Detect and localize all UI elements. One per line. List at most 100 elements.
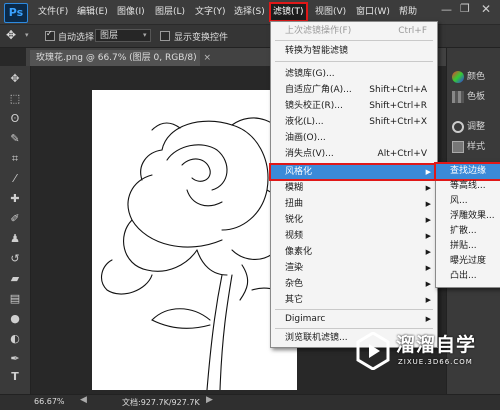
- pen-tool-icon[interactable]: ✒: [5, 350, 25, 368]
- panel-adjustments-button[interactable]: 调整: [452, 118, 500, 136]
- menu-filter[interactable]: 滤镜(T): [269, 2, 308, 22]
- menu-file[interactable]: 文件(F): [36, 4, 70, 20]
- quick-select-tool-icon[interactable]: ✎: [5, 130, 25, 148]
- type-tool-icon[interactable]: T: [5, 368, 25, 386]
- menu-separator: [275, 40, 433, 41]
- move-tool-icon[interactable]: ✥: [5, 70, 25, 88]
- menu-item-other[interactable]: 其它 ▶: [271, 293, 437, 307]
- blur-tool-icon[interactable]: ●: [5, 310, 25, 328]
- panel-color-label: 颜色: [467, 72, 486, 82]
- menu-view[interactable]: 视图(V): [313, 4, 348, 20]
- menu-item-last-filter: 上次滤镜操作(F) Ctrl+F: [285, 26, 427, 36]
- move-tool-preset-icon[interactable]: ✥: [6, 28, 16, 42]
- menu-select[interactable]: 选择(S): [232, 4, 267, 20]
- document-tab[interactable]: 玫瑰花.png @ 66.7% (图层 0, RGB/8) ×: [30, 50, 211, 66]
- menu-item-liquify[interactable]: 液化(L)... Shift+Ctrl+X: [271, 115, 437, 129]
- submenu-arrow-icon: ▶: [425, 216, 431, 224]
- menu-image[interactable]: 图像(I): [115, 4, 147, 20]
- submenu-arrow-icon: ▶: [425, 168, 431, 176]
- healing-brush-tool-icon[interactable]: ✚: [5, 190, 25, 208]
- submenu-arrow-icon: ▶: [425, 248, 431, 256]
- filter-menu: 上次滤镜操作(F) Ctrl+F 转换为智能滤镜 滤镜库(G)... 自适应广角(…: [269, 21, 439, 348]
- menu-item-stylize[interactable]: 风格化 ▶: [269, 163, 439, 181]
- submenu-item-wind[interactable]: 风...: [436, 194, 500, 209]
- dropdown-arrow-icon: ▾: [143, 31, 147, 39]
- menu-item-convert-smart-filters[interactable]: 转换为智能滤镜: [271, 44, 437, 58]
- menu-item-digimarc[interactable]: Digimarc ▶: [271, 312, 437, 326]
- submenu-arrow-icon: ▶: [425, 200, 431, 208]
- scroll-left-icon[interactable]: ◀: [80, 395, 87, 405]
- close-window-icon[interactable]: ✕: [481, 2, 491, 16]
- menu-item-distort[interactable]: 扭曲 ▶: [271, 197, 437, 211]
- submenu-arrow-icon: ▶: [425, 296, 431, 304]
- photoshop-logo-icon: Ps: [4, 3, 28, 23]
- restore-icon[interactable]: ❐: [460, 2, 470, 15]
- submenu-arrow-icon: ▶: [425, 315, 431, 323]
- submenu-item-extrude[interactable]: 凸出...: [436, 269, 500, 284]
- menu-item-video[interactable]: 视频 ▶: [271, 229, 437, 243]
- menu-item-sharpen[interactable]: 锐化 ▶: [271, 213, 437, 227]
- lasso-tool-icon[interactable]: ʘ: [5, 110, 25, 128]
- watermark: 溜溜自学 ZIXUE.3D66.COM: [356, 328, 496, 386]
- history-brush-tool-icon[interactable]: ↺: [5, 250, 25, 268]
- checkmark-icon: ✓: [46, 29, 53, 38]
- submenu-item-emboss[interactable]: 浮雕效果...: [436, 209, 500, 224]
- menu-item-filter-gallery[interactable]: 滤镜库(G)...: [271, 67, 437, 81]
- menu-separator: [275, 309, 433, 310]
- tab-close-icon[interactable]: ×: [204, 53, 212, 63]
- menu-layer[interactable]: 图层(L): [153, 4, 187, 20]
- panel-adjustments-label: 调整: [467, 122, 486, 132]
- menu-item-lens-correction[interactable]: 镜头校正(R)... Shift+Ctrl+R: [271, 99, 437, 113]
- document-canvas[interactable]: [92, 90, 297, 390]
- zoom-level[interactable]: 66.67%: [34, 397, 65, 406]
- menu-item-render[interactable]: 渲染 ▶: [271, 261, 437, 275]
- scroll-right-icon[interactable]: ▶: [206, 395, 213, 405]
- color-icon: [452, 70, 464, 83]
- submenu-arrow-icon: ▶: [425, 184, 431, 192]
- panel-color-button[interactable]: 颜色: [452, 68, 500, 86]
- show-transform-checkbox[interactable]: [160, 31, 170, 41]
- submenu-item-contour[interactable]: 等高线...: [436, 179, 500, 194]
- watermark-url: ZIXUE.3D66.COM: [398, 358, 473, 366]
- gradient-tool-icon[interactable]: ▤: [5, 290, 25, 308]
- panel-swatches-label: 色板: [467, 92, 486, 102]
- clone-stamp-tool-icon[interactable]: ♟: [5, 230, 25, 248]
- menu-item-blur[interactable]: 模糊 ▶: [271, 181, 437, 195]
- status-bar: [0, 394, 500, 410]
- menu-item-adaptive-wide-angle[interactable]: 自适应广角(A)... Shift+Ctrl+A: [271, 83, 437, 97]
- menu-type[interactable]: 文字(Y): [193, 4, 228, 20]
- chevron-down-icon[interactable]: ▾: [25, 31, 29, 39]
- submenu-item-diffuse[interactable]: 扩散...: [436, 224, 500, 239]
- menu-separator: [275, 61, 433, 62]
- dodge-tool-icon[interactable]: ◐: [5, 330, 25, 348]
- menu-separator: [275, 163, 433, 164]
- eraser-tool-icon[interactable]: ▰: [5, 270, 25, 288]
- submenu-arrow-icon: ▶: [425, 280, 431, 288]
- menu-window[interactable]: 窗口(W): [354, 4, 392, 20]
- watermark-logo-icon: [356, 332, 390, 370]
- show-transform-label: 显示变换控件: [174, 33, 229, 43]
- crop-tool-icon[interactable]: ⌗: [5, 150, 25, 168]
- panel-swatches-button[interactable]: 色板: [452, 88, 500, 106]
- submenu-arrow-icon: ▶: [425, 232, 431, 240]
- submenu-arrow-icon: ▶: [425, 264, 431, 272]
- document-tab-title: 玫瑰花.png @ 66.7% (图层 0, RGB/8): [36, 53, 197, 63]
- rose-line-drawing: [101, 117, 297, 390]
- submenu-item-find-edges[interactable]: 查找边缘: [434, 162, 500, 181]
- marquee-tool-icon[interactable]: ⬚: [5, 90, 25, 108]
- menu-edit[interactable]: 编辑(E): [75, 4, 110, 20]
- submenu-item-solarize[interactable]: 曝光过度: [436, 254, 500, 269]
- menu-item-oil-paint[interactable]: 油画(O)...: [271, 131, 437, 145]
- brush-tool-icon[interactable]: ✐: [5, 210, 25, 228]
- stylize-submenu: 查找边缘 等高线... 风... 浮雕效果... 扩散... 拼贴... 曝光过…: [434, 162, 500, 288]
- menu-item-noise[interactable]: 杂色 ▶: [271, 277, 437, 291]
- watermark-brand: 溜溜自学: [396, 334, 477, 356]
- swatches-icon: [452, 90, 464, 103]
- eyedropper-tool-icon[interactable]: ⁄: [5, 170, 25, 188]
- menu-item-pixelate[interactable]: 像素化 ▶: [271, 245, 437, 259]
- minimize-icon[interactable]: —: [441, 3, 452, 16]
- submenu-item-tiles[interactable]: 拼贴...: [436, 239, 500, 254]
- panel-styles-button[interactable]: 样式: [452, 138, 500, 156]
- menu-item-vanishing-point[interactable]: 消失点(V)... Alt+Ctrl+V: [271, 147, 437, 161]
- menu-help[interactable]: 帮助: [397, 4, 419, 20]
